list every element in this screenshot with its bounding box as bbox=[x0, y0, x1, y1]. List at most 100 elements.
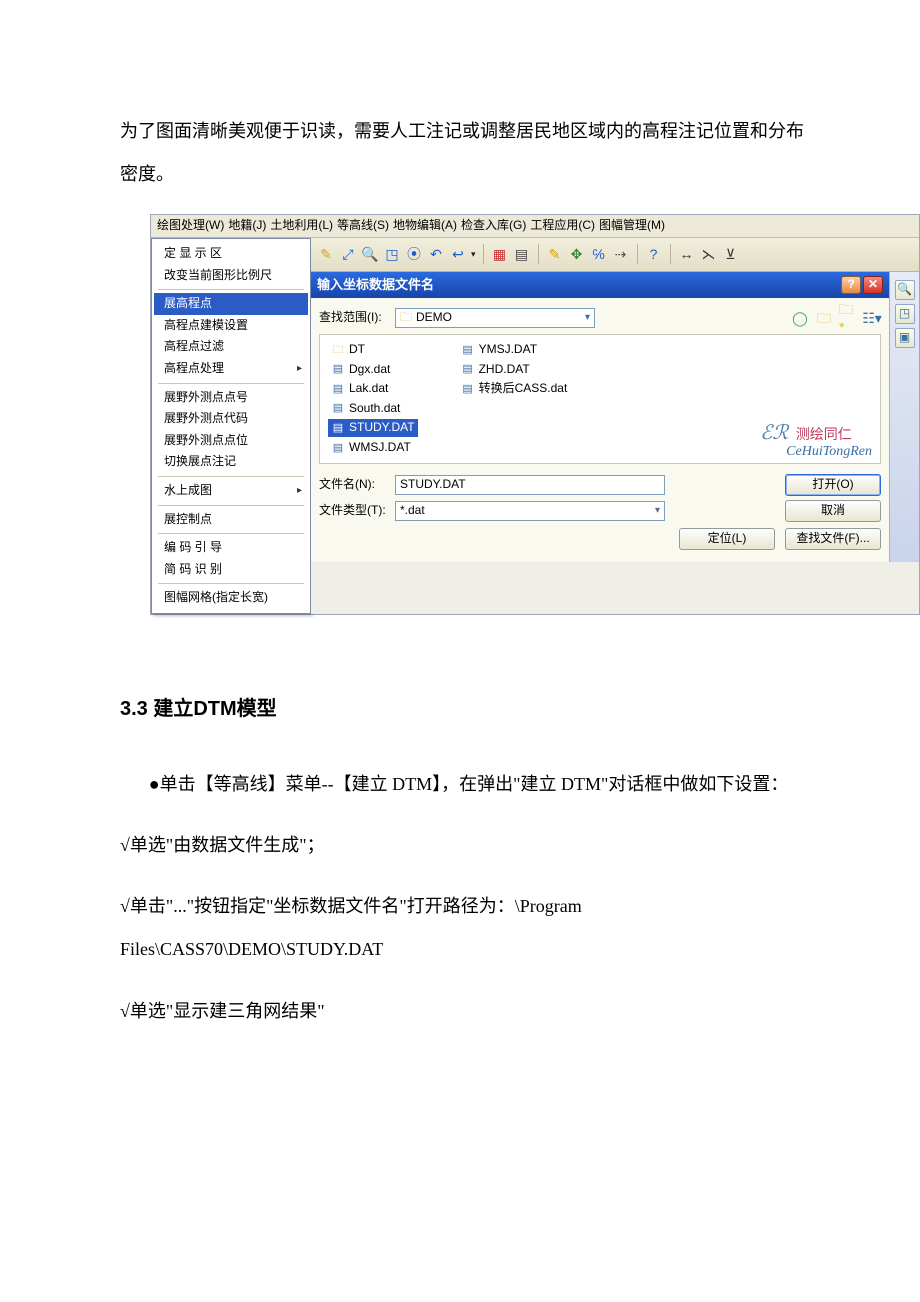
dd-show-control[interactable]: 展控制点 bbox=[154, 509, 308, 531]
menu-land[interactable]: 土地利用(L) bbox=[270, 218, 333, 234]
grid-icon[interactable]: ▦ bbox=[491, 245, 509, 263]
measure-icon[interactable]: ⋋ bbox=[700, 245, 718, 263]
dd-sep bbox=[158, 533, 304, 534]
filetype-label: 文件类型(T): bbox=[319, 503, 387, 519]
dd-display-area[interactable]: 定 显 示 区 bbox=[154, 243, 308, 265]
chevron-right-icon: ▸ bbox=[297, 484, 302, 497]
filename-label: 文件名(N): bbox=[319, 477, 387, 493]
menu-contour[interactable]: 等高线(S) bbox=[337, 218, 389, 234]
help-window-button[interactable]: ? bbox=[841, 276, 861, 294]
dd-field-pointno[interactable]: 展野外测点点号 bbox=[154, 387, 308, 409]
folder-open-icon: 🗀 bbox=[400, 310, 412, 326]
strip-clip-icon[interactable]: ◳ bbox=[895, 304, 915, 324]
views-icon[interactable]: ☷▾ bbox=[863, 309, 881, 327]
filetype-combo[interactable]: *.dat bbox=[395, 501, 665, 521]
dd-sheet-grid[interactable]: 图幅网格(指定长宽) bbox=[154, 587, 308, 609]
zoom-realtime-icon[interactable]: ⦿ bbox=[405, 245, 423, 263]
findfile-button[interactable]: 查找文件(F)... bbox=[785, 528, 881, 550]
up-folder-icon[interactable]: 🗀 bbox=[815, 309, 833, 327]
file-icon: ▤ bbox=[331, 421, 345, 435]
zoom-prev-icon[interactable]: ↶ bbox=[427, 245, 445, 263]
dropdown-menu[interactable]: 定 显 示 区 改变当前图形比例尺 展高程点 高程点建模设置 高程点过滤 高程点… bbox=[151, 238, 311, 614]
dd-sep bbox=[158, 505, 304, 506]
dim-icon[interactable]: ↔ bbox=[678, 245, 696, 263]
dim-baseline-icon[interactable]: ⊻ bbox=[722, 245, 740, 263]
dd-sep bbox=[158, 383, 304, 384]
dd-elev-model[interactable]: 高程点建模设置 bbox=[154, 315, 308, 337]
dd-change-scale[interactable]: 改变当前图形比例尺 bbox=[154, 265, 308, 287]
menu-sheet[interactable]: 图幅管理(M) bbox=[599, 218, 665, 234]
pencil-icon[interactable]: ✎ bbox=[317, 245, 335, 263]
para-step: √单选"由数据文件生成"； bbox=[120, 824, 820, 867]
toolbar: ✎ ⤢ 🔍 ◳ ⦿ ↶ ↩ ▾ ▦ ▤ ✎ ✥ ℅ ⇢ bbox=[311, 238, 919, 272]
menu-eng[interactable]: 工程应用(C) bbox=[530, 218, 595, 234]
watermark-glyph-icon: ℰℛ bbox=[760, 422, 788, 444]
dd-switch-label[interactable]: 切换展点注记 bbox=[154, 451, 308, 473]
dash-icon[interactable]: ⇢ bbox=[612, 245, 630, 263]
file-icon: ▤ bbox=[331, 402, 345, 416]
table-icon[interactable]: ▤ bbox=[513, 245, 531, 263]
file-icon: ▤ bbox=[331, 382, 345, 396]
dd-show-elevation[interactable]: 展高程点 bbox=[154, 293, 308, 315]
file-list[interactable]: 🗀DT ▤Dgx.dat ▤Lak.dat ▤South.dat ▤STUDY.… bbox=[319, 334, 881, 464]
paragraph-intro: 为了图面清晰美观便于识读，需要人工注记或调整居民地区域内的高程注记位置和分布密度… bbox=[120, 110, 820, 196]
file-item-selected[interactable]: ▤STUDY.DAT bbox=[328, 419, 418, 437]
section-title: 3.3 建立DTM模型 bbox=[120, 685, 820, 733]
zoom-in-icon[interactable]: 🔍 bbox=[361, 245, 379, 263]
lookin-label: 查找范围(I): bbox=[319, 310, 387, 326]
dd-field-code[interactable]: 展野外测点代码 bbox=[154, 408, 308, 430]
strip-save-icon[interactable]: ▣ bbox=[895, 328, 915, 348]
toolbar-separator bbox=[637, 244, 638, 264]
dd-elev-process[interactable]: 高程点处理▸ bbox=[154, 358, 308, 380]
menu-diji[interactable]: 地籍(J) bbox=[228, 218, 266, 234]
para-step: √单选"显示建三角网结果" bbox=[120, 990, 820, 1033]
file-item[interactable]: ▤Dgx.dat bbox=[328, 361, 418, 379]
dd-sep bbox=[158, 583, 304, 584]
file-item[interactable]: ▤ZHD.DAT bbox=[458, 361, 571, 379]
dd-water-map[interactable]: 水上成图▸ bbox=[154, 480, 308, 502]
file-item[interactable]: ▤转换后CASS.dat bbox=[458, 380, 571, 398]
close-window-button[interactable]: ✕ bbox=[863, 276, 883, 294]
folder-icon: 🗀 bbox=[331, 343, 345, 357]
toolbar-separator bbox=[538, 244, 539, 264]
file-item[interactable]: ▤WMSJ.DAT bbox=[328, 439, 418, 457]
edit-pencil-icon[interactable]: ✎ bbox=[546, 245, 564, 263]
open-button[interactable]: 打开(O) bbox=[785, 474, 881, 496]
file-icon: ▤ bbox=[461, 362, 475, 376]
dd-elev-filter[interactable]: 高程点过滤 bbox=[154, 336, 308, 358]
chevron-right-icon: ▸ bbox=[297, 362, 302, 375]
file-item[interactable]: ▤YMSJ.DAT bbox=[458, 341, 571, 359]
dd-code-guide[interactable]: 编 码 引 导 bbox=[154, 537, 308, 559]
link-icon[interactable]: ℅ bbox=[590, 245, 608, 263]
help-icon[interactable]: ? bbox=[645, 245, 663, 263]
dialog-title: 输入坐标数据文件名 bbox=[317, 277, 434, 294]
new-folder-icon[interactable]: 🗀* bbox=[839, 309, 857, 327]
filename-input[interactable]: STUDY.DAT bbox=[395, 475, 665, 495]
file-icon: ▤ bbox=[461, 382, 475, 396]
folder-item[interactable]: 🗀DT bbox=[328, 341, 418, 359]
dd-field-pos[interactable]: 展野外测点点位 bbox=[154, 430, 308, 452]
move-icon[interactable]: ✥ bbox=[568, 245, 586, 263]
menubar[interactable]: 绘图处理(W) 地籍(J) 土地利用(L) 等高线(S) 地物编辑(A) 检查入… bbox=[151, 215, 919, 238]
file-item[interactable]: ▤South.dat bbox=[328, 400, 418, 418]
zoom-window-icon[interactable]: ◳ bbox=[383, 245, 401, 263]
lookin-value: DEMO bbox=[416, 310, 452, 326]
file-icon: ▤ bbox=[331, 441, 345, 455]
dd-sep bbox=[158, 476, 304, 477]
dd-sep bbox=[158, 289, 304, 290]
app-screenshot: 绘图处理(W) 地籍(J) 土地利用(L) 等高线(S) 地物编辑(A) 检查入… bbox=[150, 214, 920, 615]
lookin-combo[interactable]: 🗀 DEMO ▾ bbox=[395, 308, 595, 328]
menu-check[interactable]: 检查入库(G) bbox=[461, 218, 526, 234]
cancel-button[interactable]: 取消 bbox=[785, 500, 881, 522]
open-file-dialog: 输入坐标数据文件名 ? ✕ 查找范围(I): 🗀 DEMO ▾ bbox=[311, 272, 889, 562]
dd-simple-code[interactable]: 简 码 识 别 bbox=[154, 559, 308, 581]
undo-icon[interactable]: ↩ bbox=[449, 245, 467, 263]
back-icon[interactable]: ◯ bbox=[791, 309, 809, 327]
watermark: ℰℛ 测绘同仁 CeHuiTongRen bbox=[760, 422, 872, 459]
menu-edit[interactable]: 地物编辑(A) bbox=[393, 218, 457, 234]
locate-button[interactable]: 定位(L) bbox=[679, 528, 775, 550]
zoom-extent-icon[interactable]: ⤢ bbox=[339, 245, 357, 263]
strip-zoom-icon[interactable]: 🔍 bbox=[895, 280, 915, 300]
file-item[interactable]: ▤Lak.dat bbox=[328, 380, 418, 398]
menu-drawproc[interactable]: 绘图处理(W) bbox=[157, 218, 224, 234]
